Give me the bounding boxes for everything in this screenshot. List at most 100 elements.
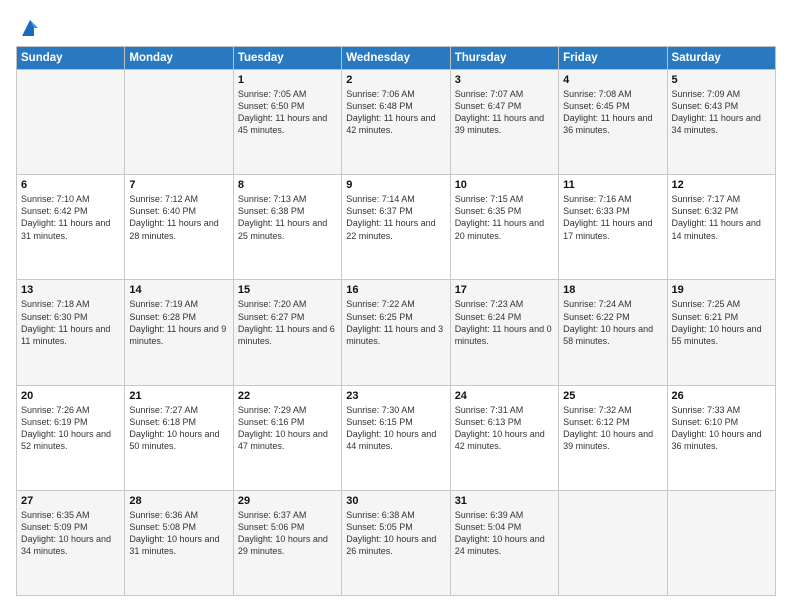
calendar-cell: 4Sunrise: 7:08 AM Sunset: 6:45 PM Daylig…	[559, 70, 667, 175]
calendar-cell: 2 Sunrise: 7:06 AM Sunset: 6:48 PM Daylig…	[342, 70, 450, 175]
day-info: Sunrise: 7:14 AM Sunset: 6:37 PM Dayligh…	[346, 193, 445, 242]
day-number: 31	[455, 495, 554, 507]
day-info: Sunrise: 7:13 AM Sunset: 6:38 PM Dayligh…	[238, 193, 337, 242]
calendar-cell	[125, 70, 233, 175]
week-row-1: 1 Sunrise: 7:05 AM Sunset: 6:50 PM Daylig…	[17, 70, 776, 175]
calendar-cell: 28 Sunrise: 6:36 AM Sunset: 5:08 PM Dayli…	[125, 490, 233, 595]
day-info: Sunrise: 6:35 AM Sunset: 5:09 PM Dayligh…	[21, 509, 120, 558]
day-info: Sunrise: 7:22 AM Sunset: 6:25 PM Dayligh…	[346, 298, 445, 347]
week-row-4: 20Sunrise: 7:26 AM Sunset: 6:19 PM Dayli…	[17, 385, 776, 490]
day-number: 21	[129, 390, 228, 402]
calendar-cell: 22 Sunrise: 7:29 AM Sunset: 6:16 PM Dayli…	[233, 385, 341, 490]
day-info: Sunrise: 7:23 AM Sunset: 6:24 PM Dayligh…	[455, 298, 554, 347]
calendar-cell: 13 Sunrise: 7:18 AM Sunset: 6:30 PM Dayli…	[17, 280, 125, 385]
day-info: Sunrise: 7:18 AM Sunset: 6:30 PM Dayligh…	[21, 298, 120, 347]
weekday-header-saturday: Saturday	[667, 47, 775, 70]
day-number: 8	[238, 179, 337, 191]
day-info: Sunrise: 7:06 AM Sunset: 6:48 PM Dayligh…	[346, 88, 445, 137]
day-info: Sunrise: 7:24 AM Sunset: 6:22 PM Dayligh…	[563, 298, 662, 347]
day-number: 5	[672, 74, 771, 86]
day-number: 13	[21, 284, 120, 296]
weekday-header-sunday: Sunday	[17, 47, 125, 70]
day-info: Sunrise: 7:09 AM Sunset: 6:43 PM Dayligh…	[672, 88, 771, 137]
day-number: 24	[455, 390, 554, 402]
logo-icon	[18, 16, 42, 40]
day-number: 1	[238, 74, 337, 86]
day-number: 17	[455, 284, 554, 296]
calendar-cell: 11Sunrise: 7:16 AM Sunset: 6:33 PM Dayli…	[559, 175, 667, 280]
day-info: Sunrise: 7:17 AM Sunset: 6:32 PM Dayligh…	[672, 193, 771, 242]
calendar-cell: 6 Sunrise: 7:10 AM Sunset: 6:42 PM Daylig…	[17, 175, 125, 280]
day-info: Sunrise: 7:20 AM Sunset: 6:27 PM Dayligh…	[238, 298, 337, 347]
calendar-cell: 12 Sunrise: 7:17 AM Sunset: 6:32 PM Dayli…	[667, 175, 775, 280]
day-info: Sunrise: 7:08 AM Sunset: 6:45 PM Dayligh…	[563, 88, 662, 137]
day-info: Sunrise: 7:31 AM Sunset: 6:13 PM Dayligh…	[455, 404, 554, 453]
day-number: 30	[346, 495, 445, 507]
day-number: 26	[672, 390, 771, 402]
header	[16, 16, 776, 36]
day-number: 29	[238, 495, 337, 507]
calendar-page: SundayMondayTuesdayWednesdayThursdayFrid…	[0, 0, 792, 612]
calendar-cell	[667, 490, 775, 595]
day-number: 10	[455, 179, 554, 191]
day-info: Sunrise: 7:05 AM Sunset: 6:50 PM Dayligh…	[238, 88, 337, 137]
day-info: Sunrise: 7:10 AM Sunset: 6:42 PM Dayligh…	[21, 193, 120, 242]
day-number: 12	[672, 179, 771, 191]
weekday-header-wednesday: Wednesday	[342, 47, 450, 70]
weekday-header-thursday: Thursday	[450, 47, 558, 70]
weekday-header-friday: Friday	[559, 47, 667, 70]
calendar-cell: 20Sunrise: 7:26 AM Sunset: 6:19 PM Dayli…	[17, 385, 125, 490]
day-number: 28	[129, 495, 228, 507]
day-number: 7	[129, 179, 228, 191]
day-info: Sunrise: 6:36 AM Sunset: 5:08 PM Dayligh…	[129, 509, 228, 558]
day-number: 2	[346, 74, 445, 86]
calendar-cell: 7 Sunrise: 7:12 AM Sunset: 6:40 PM Daylig…	[125, 175, 233, 280]
day-info: Sunrise: 7:33 AM Sunset: 6:10 PM Dayligh…	[672, 404, 771, 453]
weekday-header-row: SundayMondayTuesdayWednesdayThursdayFrid…	[17, 47, 776, 70]
calendar-cell: 9 Sunrise: 7:14 AM Sunset: 6:37 PM Daylig…	[342, 175, 450, 280]
day-number: 15	[238, 284, 337, 296]
calendar-cell: 10Sunrise: 7:15 AM Sunset: 6:35 PM Dayli…	[450, 175, 558, 280]
weekday-header-monday: Monday	[125, 47, 233, 70]
calendar-cell: 26 Sunrise: 7:33 AM Sunset: 6:10 PM Dayli…	[667, 385, 775, 490]
logo	[16, 16, 42, 36]
day-number: 9	[346, 179, 445, 191]
day-number: 14	[129, 284, 228, 296]
calendar-cell: 18 Sunrise: 7:24 AM Sunset: 6:22 PM Dayli…	[559, 280, 667, 385]
day-info: Sunrise: 7:16 AM Sunset: 6:33 PM Dayligh…	[563, 193, 662, 242]
day-info: Sunrise: 7:29 AM Sunset: 6:16 PM Dayligh…	[238, 404, 337, 453]
day-number: 23	[346, 390, 445, 402]
calendar-cell: 16 Sunrise: 7:22 AM Sunset: 6:25 PM Dayli…	[342, 280, 450, 385]
calendar-cell: 3Sunrise: 7:07 AM Sunset: 6:47 PM Daylig…	[450, 70, 558, 175]
calendar-cell: 27 Sunrise: 6:35 AM Sunset: 5:09 PM Dayli…	[17, 490, 125, 595]
day-info: Sunrise: 7:26 AM Sunset: 6:19 PM Dayligh…	[21, 404, 120, 453]
day-info: Sunrise: 7:19 AM Sunset: 6:28 PM Dayligh…	[129, 298, 228, 347]
day-info: Sunrise: 6:38 AM Sunset: 5:05 PM Dayligh…	[346, 509, 445, 558]
calendar-cell: 24 Sunrise: 7:31 AM Sunset: 6:13 PM Dayli…	[450, 385, 558, 490]
calendar-cell: 30 Sunrise: 6:38 AM Sunset: 5:05 PM Dayli…	[342, 490, 450, 595]
day-info: Sunrise: 7:32 AM Sunset: 6:12 PM Dayligh…	[563, 404, 662, 453]
calendar-cell	[17, 70, 125, 175]
day-number: 6	[21, 179, 120, 191]
day-number: 18	[563, 284, 662, 296]
calendar-cell: 8 Sunrise: 7:13 AM Sunset: 6:38 PM Daylig…	[233, 175, 341, 280]
calendar-cell: 23Sunrise: 7:30 AM Sunset: 6:15 PM Dayli…	[342, 385, 450, 490]
calendar-cell: 25 Sunrise: 7:32 AM Sunset: 6:12 PM Dayli…	[559, 385, 667, 490]
day-number: 27	[21, 495, 120, 507]
day-info: Sunrise: 7:12 AM Sunset: 6:40 PM Dayligh…	[129, 193, 228, 242]
calendar-cell: 21 Sunrise: 7:27 AM Sunset: 6:18 PM Dayli…	[125, 385, 233, 490]
weekday-header-tuesday: Tuesday	[233, 47, 341, 70]
day-info: Sunrise: 7:07 AM Sunset: 6:47 PM Dayligh…	[455, 88, 554, 137]
day-number: 25	[563, 390, 662, 402]
day-number: 22	[238, 390, 337, 402]
day-info: Sunrise: 7:27 AM Sunset: 6:18 PM Dayligh…	[129, 404, 228, 453]
calendar-cell: 15 Sunrise: 7:20 AM Sunset: 6:27 PM Dayli…	[233, 280, 341, 385]
calendar-table: SundayMondayTuesdayWednesdayThursdayFrid…	[16, 46, 776, 596]
week-row-5: 27 Sunrise: 6:35 AM Sunset: 5:09 PM Dayli…	[17, 490, 776, 595]
calendar-cell: 1 Sunrise: 7:05 AM Sunset: 6:50 PM Daylig…	[233, 70, 341, 175]
day-number: 16	[346, 284, 445, 296]
week-row-3: 13 Sunrise: 7:18 AM Sunset: 6:30 PM Dayli…	[17, 280, 776, 385]
calendar-cell: 29 Sunrise: 6:37 AM Sunset: 5:06 PM Dayli…	[233, 490, 341, 595]
day-info: Sunrise: 7:25 AM Sunset: 6:21 PM Dayligh…	[672, 298, 771, 347]
day-info: Sunrise: 6:37 AM Sunset: 5:06 PM Dayligh…	[238, 509, 337, 558]
